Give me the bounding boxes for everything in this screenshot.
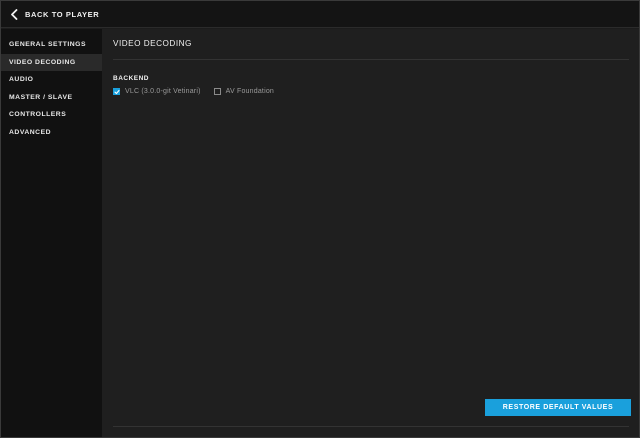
checkmark-icon — [113, 89, 120, 94]
footer-divider — [113, 426, 629, 427]
back-to-player-button[interactable]: BACK TO PLAYER — [10, 8, 100, 20]
sidebar-item-controllers[interactable]: CONTROLLERS — [1, 106, 102, 124]
restore-default-values-button[interactable]: RESTORE DEFAULT VALUES — [485, 399, 631, 416]
sidebar-item-audio[interactable]: AUDIO — [1, 71, 102, 89]
backend-section-label: BACKEND — [113, 75, 149, 82]
backend-options: VLC (3.0.0-git Vetinari) AV Foundation — [113, 88, 287, 95]
title-divider — [113, 59, 629, 60]
back-to-player-label: BACK TO PLAYER — [25, 9, 100, 19]
backend-option-av-foundation[interactable]: AV Foundation — [213, 88, 275, 95]
backend-option-vlc[interactable]: VLC (3.0.0-git Vetinari) — [113, 88, 201, 95]
av-foundation-option-label: AV Foundation — [225, 88, 275, 95]
chevron-left-icon — [10, 8, 18, 20]
vlc-checkbox[interactable] — [113, 88, 120, 95]
top-bar: BACK TO PLAYER — [1, 1, 639, 28]
sidebar-item-advanced[interactable]: ADVANCED — [1, 124, 102, 142]
av-foundation-checkbox[interactable] — [213, 88, 221, 95]
sidebar-item-video-decoding[interactable]: VIDEO DECODING — [1, 53, 102, 71]
settings-panel: VIDEO DECODING BACKEND VLC (3.0.0-git Ve… — [102, 29, 639, 437]
page-title: VIDEO DECODING — [113, 39, 192, 48]
sidebar-item-general-settings[interactable]: GENERAL SETTINGS — [1, 36, 102, 54]
settings-sidebar: GENERAL SETTINGS VIDEO DECODING AUDIO MA… — [1, 29, 102, 437]
sidebar-item-master-slave[interactable]: MASTER / SLAVE — [1, 89, 102, 107]
vlc-option-label: VLC (3.0.0-git Vetinari) — [125, 88, 201, 95]
